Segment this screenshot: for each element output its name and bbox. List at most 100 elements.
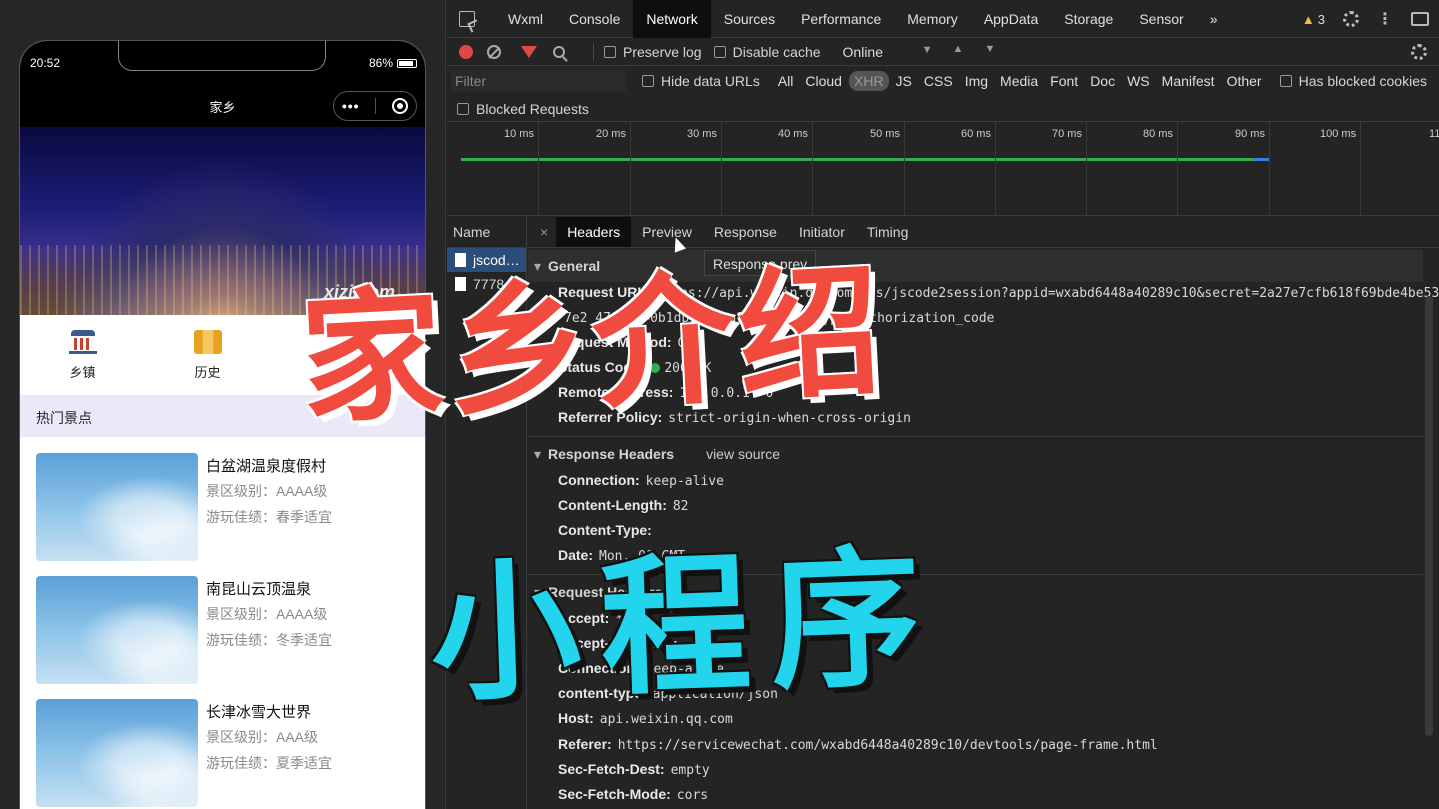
type-filter-all[interactable]: All (773, 71, 799, 91)
header-row: Referer: https://servicewechat.com/wxabd6… (558, 736, 1158, 753)
timeline-gridline (812, 122, 813, 216)
type-filter-other[interactable]: Other (1222, 71, 1267, 91)
network-timeline[interactable]: 10 ms 20 ms 30 ms 40 ms 50 ms 60 ms 70 ms 80 ms… (447, 122, 1439, 216)
type-filter-cloud[interactable]: Cloud (800, 71, 847, 91)
spot-card[interactable]: 长津冰雪大世界 景区级别：AAA级 游玩佳绩：夏季适宜 (36, 699, 416, 807)
type-filter-media[interactable]: Media (995, 71, 1043, 91)
checkbox-icon (457, 102, 469, 115)
view-source-link[interactable]: view source (706, 446, 780, 462)
throttle-select[interactable]: Online ▼ (843, 44, 933, 60)
timeline-tick-label: 50 ms (870, 128, 900, 140)
type-filter-ws[interactable]: WS (1122, 71, 1155, 91)
quick-link-towns[interactable]: 乡镇 (20, 315, 145, 395)
type-filter-js[interactable]: JS (891, 71, 917, 91)
checkbox-icon (713, 45, 726, 58)
import-har-icon[interactable] (953, 43, 965, 59)
close-miniprogram-icon[interactable] (392, 98, 409, 114)
type-filter-doc[interactable]: Doc (1085, 71, 1120, 91)
tab-sensor[interactable]: Sensor (1126, 0, 1196, 38)
tab-wxml[interactable]: Wxml (495, 0, 556, 38)
warnings-badge[interactable]: ▲ 3 (1302, 12, 1325, 27)
filter-icon[interactable] (521, 45, 537, 58)
spot-name: 长津冰雪大世界 (206, 704, 312, 721)
search-icon[interactable] (553, 45, 565, 58)
header-row: Sec-Fetch-Mode: cors (558, 786, 709, 803)
type-filter-css[interactable]: CSS (919, 71, 958, 91)
spot-name: 南昆山云顶温泉 (206, 581, 312, 598)
spot-level: 景区级别：AAA级 (206, 729, 319, 745)
hide-data-urls-label: Hide data URLs (661, 73, 760, 89)
more-icon[interactable]: ••• (342, 98, 360, 114)
settings-icon[interactable] (1343, 11, 1359, 27)
spot-level: 景区级别：AAAA级 (206, 606, 328, 622)
has-blocked-cookies-checkbox[interactable]: Has blocked cookies (1279, 73, 1427, 89)
disable-cache-checkbox[interactable]: Disable cache (713, 43, 821, 60)
spot-season: 游玩佳绩：冬季适宜 (206, 632, 332, 648)
spot-image (36, 699, 198, 807)
spot-image (36, 576, 198, 684)
divider (593, 42, 594, 61)
network-settings-icon[interactable] (1411, 44, 1427, 60)
phone-notch (118, 41, 326, 71)
battery-icon (397, 58, 417, 68)
timeline-tick-label: 20 ms (596, 128, 626, 140)
clear-icon[interactable] (487, 44, 501, 59)
quick-link-history[interactable]: 历史 (145, 315, 270, 395)
blocked-requests-checkbox[interactable]: Blocked Requests (457, 101, 589, 117)
temple-icon (68, 329, 97, 354)
spot-card[interactable]: 南昆山云顶温泉 景区级别：AAAA级 游玩佳绩：冬季适宜 (36, 576, 416, 684)
menu-icon[interactable]: ⋮ (1377, 9, 1393, 29)
quick-link-label: 乡镇 (69, 364, 96, 380)
checkbox-icon (604, 45, 616, 58)
devtools-actions: ▲ 3 ⋮ (1302, 0, 1429, 38)
disable-cache-label: Disable cache (732, 43, 821, 60)
export-har-icon[interactable] (985, 43, 997, 59)
battery-percent: 86% (368, 56, 393, 70)
tab-memory[interactable]: Memory (894, 0, 971, 38)
overlay-title: 家乡介绍 (296, 248, 889, 445)
tab-performance[interactable]: Performance (788, 0, 894, 38)
tab-sources[interactable]: Sources (711, 0, 788, 38)
timeline-gridline (995, 122, 996, 216)
timeline-bar (461, 158, 1269, 161)
miniprogram-capsule: ••• (333, 91, 417, 121)
tab-network[interactable]: Network (633, 0, 711, 38)
capsule-divider (375, 98, 377, 114)
response-headers-section-header[interactable]: Response Headers view source (528, 438, 1423, 470)
chevron-down-icon: ▼ (921, 43, 933, 56)
filter-row: Filter Hide data URLs All Cloud XHR JS C… (447, 66, 1439, 96)
warning-count: 3 (1317, 11, 1325, 27)
timeline-gridline (1269, 122, 1270, 216)
type-filter-font[interactable]: Font (1045, 71, 1083, 91)
divider (528, 436, 1423, 437)
tab-console[interactable]: Console (556, 0, 633, 38)
type-filter-manifest[interactable]: Manifest (1157, 71, 1220, 91)
record-icon[interactable] (459, 44, 473, 59)
type-filter-img[interactable]: Img (960, 71, 993, 91)
type-filter-xhr[interactable]: XHR (848, 71, 889, 91)
throttle-value: Online (842, 43, 883, 60)
overlay-subtitle: 小程序 (427, 531, 944, 723)
has-blocked-cookies-label: Has blocked cookies (1298, 73, 1427, 89)
timeline-tick-label: 40 ms (778, 128, 808, 140)
dock-icon[interactable] (1411, 12, 1429, 26)
spot-card[interactable]: 白盆湖温泉度假村 景区级别：AAAA级 游玩佳绩：春季适宜 (36, 453, 416, 561)
more-tabs-icon[interactable]: » (1197, 0, 1231, 38)
timeline-gridline (1360, 122, 1361, 216)
header-row: Sec-Fetch-Dest: empty (558, 761, 710, 778)
filter-input[interactable]: Filter (451, 70, 626, 92)
status-time: 20:52 (30, 56, 61, 70)
scrollbar[interactable] (1425, 296, 1433, 736)
timeline-tick-label: 10 ms (504, 128, 534, 140)
spot-season: 游玩佳绩：春季适宜 (206, 509, 332, 525)
tab-appdata[interactable]: AppData (971, 0, 1051, 38)
timeline-gridline (721, 122, 722, 216)
preserve-log-checkbox[interactable]: Preserve log (604, 44, 702, 60)
timeline-gridline (538, 122, 539, 216)
spot-level: 景区级别：AAAA级 (206, 483, 328, 499)
inspect-element-icon[interactable] (459, 10, 475, 27)
tab-storage[interactable]: Storage (1051, 0, 1126, 38)
hide-data-urls-checkbox[interactable]: Hide data URLs (642, 73, 760, 89)
timeline-gridline (904, 122, 905, 216)
spot-image (36, 453, 198, 561)
